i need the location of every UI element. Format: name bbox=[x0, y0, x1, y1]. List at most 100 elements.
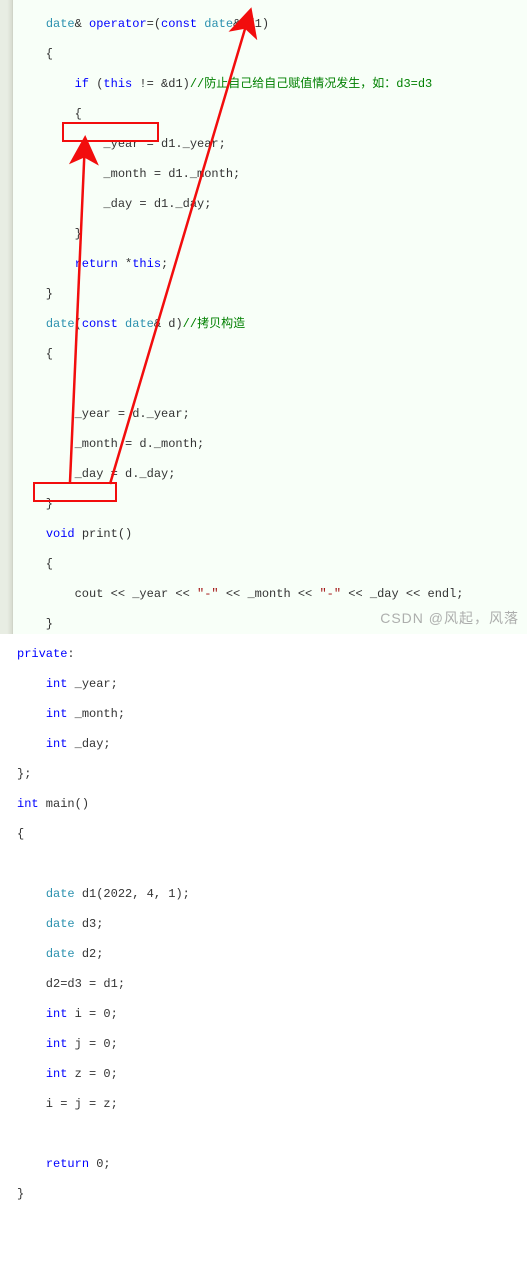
t: _year; bbox=[67, 677, 117, 691]
t: =( bbox=[147, 17, 161, 31]
code-line: } bbox=[13, 227, 527, 242]
code-line: int j = 0; bbox=[13, 1037, 527, 1052]
t: print() bbox=[75, 527, 133, 541]
code-area: date& operator=(const date& d1) { if (th… bbox=[13, 0, 527, 634]
t: date bbox=[125, 317, 154, 331]
code-line: i = j = z; bbox=[13, 1097, 527, 1112]
t: z = 0; bbox=[67, 1067, 117, 1081]
code-line: cout << _year << "-" << _month << "-" <<… bbox=[13, 587, 527, 602]
code-line bbox=[13, 1127, 527, 1142]
code-line: int main() bbox=[13, 797, 527, 812]
code-line: return 0; bbox=[13, 1157, 527, 1172]
t: : bbox=[67, 647, 74, 661]
t bbox=[17, 1067, 46, 1081]
t bbox=[17, 527, 46, 541]
t: "-" bbox=[319, 587, 341, 601]
t: << _day << endl; bbox=[341, 587, 463, 601]
t bbox=[17, 707, 46, 721]
code-line: _day = d1._day; bbox=[13, 197, 527, 212]
t: return bbox=[75, 257, 118, 271]
t bbox=[17, 317, 46, 331]
t: if bbox=[75, 77, 89, 91]
t: int bbox=[46, 1007, 68, 1021]
code-line: int i = 0; bbox=[13, 1007, 527, 1022]
code-line: date d1(2022, 4, 1); bbox=[13, 887, 527, 902]
code-line: _day = d._day; bbox=[13, 467, 527, 482]
code-line bbox=[13, 1217, 527, 1232]
code-line bbox=[13, 857, 527, 872]
code-line: int _day; bbox=[13, 737, 527, 752]
t: int bbox=[17, 797, 39, 811]
t: int bbox=[46, 677, 68, 691]
code-line: int z = 0; bbox=[13, 1067, 527, 1082]
code-line bbox=[13, 377, 527, 392]
code-line: d2=d3 = d1; bbox=[13, 977, 527, 992]
t: int bbox=[46, 1067, 68, 1081]
code-line: date& operator=(const date& d1) bbox=[13, 17, 527, 32]
t: "-" bbox=[197, 587, 219, 601]
fold-gutter bbox=[0, 0, 13, 634]
code-line: date(const date& d)//拷贝构造 bbox=[13, 317, 527, 332]
t: //拷贝构造 bbox=[183, 317, 245, 331]
t bbox=[17, 1007, 46, 1021]
code-line: _month = d1._month; bbox=[13, 167, 527, 182]
code-line: int _month; bbox=[13, 707, 527, 722]
t: //防止自己给自己赋值情况发生，如：d3=d3 bbox=[190, 77, 432, 91]
t bbox=[17, 1157, 46, 1171]
t: this bbox=[132, 257, 161, 271]
code-line: } bbox=[13, 287, 527, 302]
t: this bbox=[103, 77, 132, 91]
code-line: { bbox=[13, 347, 527, 362]
code-line: if (this != &d1)//防止自己给自己赋值情况发生，如：d3=d3 bbox=[13, 77, 527, 92]
code-line: } bbox=[13, 1187, 527, 1202]
code-line: _year = d1._year; bbox=[13, 137, 527, 152]
t: main() bbox=[39, 797, 89, 811]
code-line: { bbox=[13, 557, 527, 572]
code-line: _month = d._month; bbox=[13, 437, 527, 452]
t: 0; bbox=[89, 1157, 111, 1171]
t: d2; bbox=[75, 947, 104, 961]
t: date bbox=[46, 917, 75, 931]
t: date bbox=[46, 947, 75, 961]
t: date bbox=[46, 317, 75, 331]
t: ( bbox=[75, 317, 82, 331]
code-line: date d3; bbox=[13, 917, 527, 932]
t: _day; bbox=[67, 737, 110, 751]
t: & d1) bbox=[233, 17, 269, 31]
t bbox=[17, 257, 75, 271]
code-line: date d2; bbox=[13, 947, 527, 962]
t: d1(2022, 4, 1); bbox=[75, 887, 190, 901]
t: * bbox=[118, 257, 132, 271]
code-line: } bbox=[13, 497, 527, 512]
t: _month; bbox=[67, 707, 125, 721]
t: date bbox=[46, 887, 75, 901]
code-line: } bbox=[13, 617, 527, 632]
t: private bbox=[17, 647, 67, 661]
t bbox=[17, 737, 46, 751]
t: const bbox=[161, 17, 197, 31]
t bbox=[17, 1037, 46, 1051]
code-line: { bbox=[13, 47, 527, 62]
t: cout << _year << bbox=[17, 587, 197, 601]
code-line: { bbox=[13, 107, 527, 122]
code-editor: date& operator=(const date& d1) { if (th… bbox=[0, 0, 527, 634]
code-line: { bbox=[13, 827, 527, 842]
t bbox=[17, 947, 46, 961]
t bbox=[17, 677, 46, 691]
code-line: void print() bbox=[13, 527, 527, 542]
t: void bbox=[46, 527, 75, 541]
t: != &d1) bbox=[132, 77, 190, 91]
t bbox=[118, 317, 125, 331]
t: return bbox=[46, 1157, 89, 1171]
t bbox=[17, 77, 75, 91]
t: d3; bbox=[75, 917, 104, 931]
t: << _month << bbox=[219, 587, 320, 601]
t: & d) bbox=[154, 317, 183, 331]
t: & bbox=[75, 17, 89, 31]
t: int bbox=[46, 707, 68, 721]
t: ; bbox=[161, 257, 168, 271]
t: date bbox=[46, 17, 75, 31]
code-line: int _year; bbox=[13, 677, 527, 692]
t: date bbox=[204, 17, 233, 31]
t bbox=[17, 917, 46, 931]
